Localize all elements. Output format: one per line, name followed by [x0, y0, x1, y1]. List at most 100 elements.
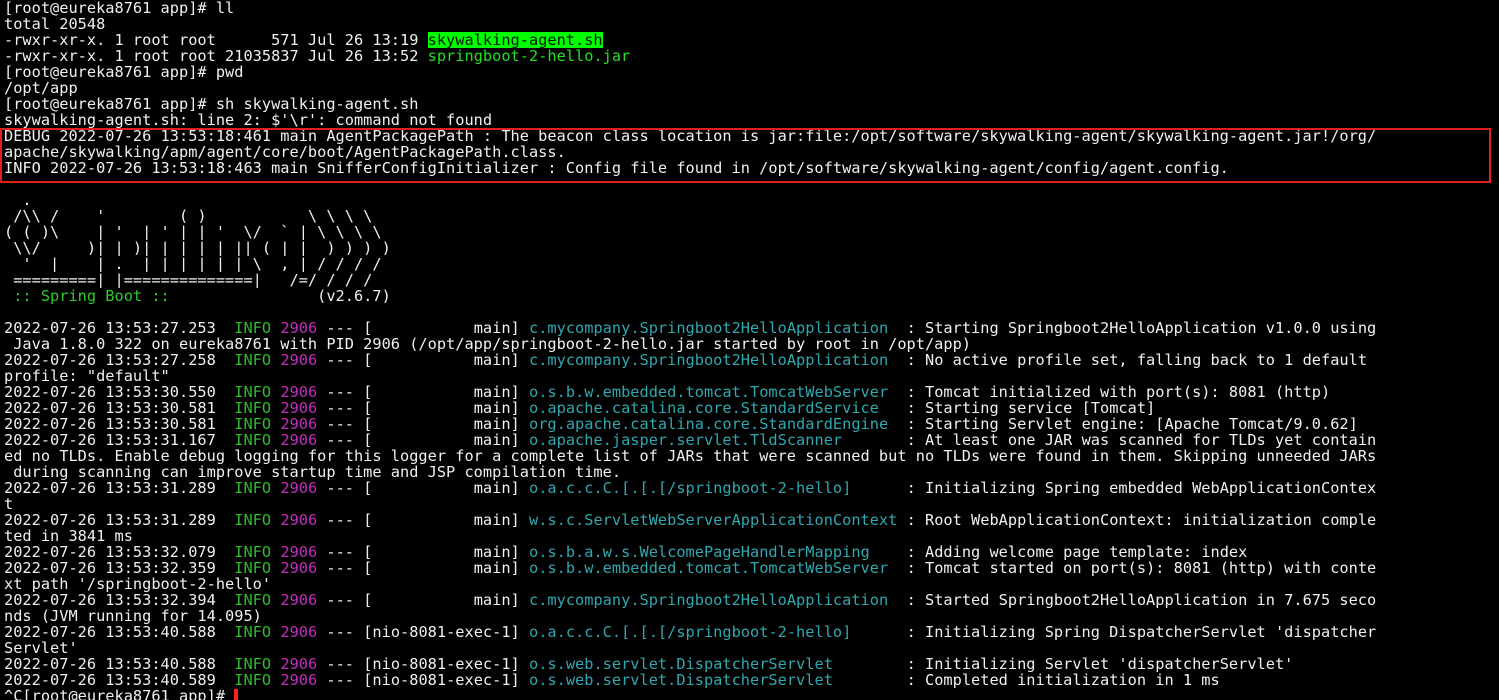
- terminal-text: : Tomcat started on port(s): 8081 (http)…: [897, 560, 1377, 576]
- log-level: INFO: [234, 352, 272, 368]
- log-level: INFO: [234, 320, 272, 336]
- terminal-line: =========|_|==============|___/=/_/_/_/: [4, 272, 1496, 288]
- terminal-line: 2022-07-26 13:53:32.394 INFO 2906 --- [ …: [4, 592, 1496, 608]
- terminal-line: -rwxr-xr-x. 1 root root 21035837 Jul 26 …: [4, 48, 1496, 64]
- terminal-line: during scanning can improve startup time…: [4, 464, 1496, 480]
- terminal-line: total 20548: [4, 16, 1496, 32]
- terminal-text: --- [ main]: [317, 320, 529, 336]
- terminal-text: skywalking-agent.sh: line 2: $'\r': comm…: [4, 112, 493, 128]
- terminal-text: --- [ main]: [317, 480, 529, 496]
- process-id: 2906: [280, 592, 318, 608]
- terminal-text: --- [ main]: [317, 384, 529, 400]
- terminal-line: 2022-07-26 13:53:30.581 INFO 2906 --- [ …: [4, 416, 1496, 432]
- terminal-text: : No active profile set, falling back to…: [897, 352, 1368, 368]
- terminal-text: 2022-07-26 13:53:32.359: [4, 560, 235, 576]
- terminal-line: \\/ ___)| |_)| | | | | || (_| | ) ) ) ): [4, 240, 1496, 256]
- terminal-line: 2022-07-26 13:53:30.581 INFO 2906 --- [ …: [4, 400, 1496, 416]
- terminal-text: --- [ main]: [317, 560, 529, 576]
- logger-name: o.apache.catalina.core.StandardService: [528, 400, 898, 416]
- terminal-line: ' |____| .__|_| |_|_| |_\__, | / / / /: [4, 256, 1496, 272]
- terminal-text: ed no TLDs. Enable debug logging for thi…: [4, 448, 1377, 464]
- terminal-text: profile: "default": [4, 368, 170, 384]
- terminal-text: ' |____| .__|_| |_|_| |_\__, | / / / /: [4, 256, 382, 272]
- terminal-line: Java 1.8.0_322 on eureka8761 with PID 29…: [4, 336, 1496, 352]
- process-id: 2906: [280, 672, 318, 688]
- terminal-text: --- [ main]: [317, 352, 529, 368]
- terminal-line: 2022-07-26 13:53:40.588 INFO 2906 --- [n…: [4, 656, 1496, 672]
- text-cursor: [234, 689, 239, 700]
- log-level: INFO: [234, 624, 272, 640]
- terminal-text: [root@eureka8761 app]# ll: [4, 0, 235, 16]
- terminal-line: skywalking-agent.sh: line 2: $'\r': comm…: [4, 112, 1496, 128]
- terminal-text: ted in 3841 ms: [4, 528, 133, 544]
- terminal-text: (v2.6.7): [169, 288, 391, 304]
- terminal-text: --- [ main]: [317, 416, 529, 432]
- terminal-text: --- [ main]: [317, 512, 529, 528]
- terminal-text: ^C[root@eureka8761 app]#: [4, 688, 235, 700]
- terminal-line: nds (JVM running for 14.095): [4, 608, 1496, 624]
- log-level: INFO: [234, 512, 272, 528]
- terminal-text: 2022-07-26 13:53:32.394: [4, 592, 235, 608]
- terminal-text: DEBUG 2022-07-26 13:53:18:461 main Agent…: [4, 128, 1377, 144]
- terminal-line: t: [4, 496, 1496, 512]
- terminal-text: --- [ main]: [317, 400, 529, 416]
- terminal-text: : Starting service [Tomcat]: [897, 400, 1156, 416]
- log-level: INFO: [234, 432, 272, 448]
- terminal-text: : At least one JAR was scanned for TLDs …: [897, 432, 1377, 448]
- terminal-line: [root@eureka8761 app]# sh skywalking-age…: [4, 96, 1496, 112]
- terminal-text: Servlet': [4, 640, 78, 656]
- terminal-line: [root@eureka8761 app]# ll: [4, 0, 1496, 16]
- logger-name: o.s.b.a.w.s.WelcomePageHandlerMapping: [528, 544, 898, 560]
- terminal-text: . ____ _ __ _ _: [4, 192, 364, 208]
- log-level: INFO: [234, 416, 272, 432]
- terminal-line: 2022-07-26 13:53:31.289 INFO 2906 --- [ …: [4, 512, 1496, 528]
- process-id: 2906: [280, 384, 318, 400]
- logger-name: o.s.b.w.embedded.tomcat.TomcatWebServer: [528, 384, 898, 400]
- log-level: INFO: [234, 592, 272, 608]
- spring-boot-label: :: Spring Boot ::: [4, 288, 170, 304]
- terminal-line: 2022-07-26 13:53:30.550 INFO 2906 --- [ …: [4, 384, 1496, 400]
- log-level: INFO: [234, 544, 272, 560]
- process-id: 2906: [280, 560, 318, 576]
- terminal-line: 2022-07-26 13:53:32.359 INFO 2906 --- [ …: [4, 560, 1496, 576]
- terminal-text: INFO 2022-07-26 13:53:18:463 main Sniffe…: [4, 160, 1229, 176]
- terminal-line: -rwxr-xr-x. 1 root root 571 Jul 26 13:19…: [4, 32, 1496, 48]
- terminal-line: /\\ / ___'_ __ _ _(_)_ __ __ _ \ \ \ \: [4, 208, 1496, 224]
- terminal-line: DEBUG 2022-07-26 13:53:18:461 main Agent…: [4, 128, 1496, 144]
- terminal-line: ed no TLDs. Enable debug logging for thi…: [4, 448, 1496, 464]
- terminal-output[interactable]: [root@eureka8761 app]# ll total 20548 -rwx…: [4, 0, 1496, 700]
- log-level: INFO: [234, 400, 272, 416]
- terminal-text: --- [nio-8081-exec-1]: [317, 624, 529, 640]
- terminal-line: /opt/app: [4, 80, 1496, 96]
- logger-name: org.apache.catalina.core.StandardEngine: [528, 416, 898, 432]
- terminal-line: 2022-07-26 13:53:27.253 INFO 2906 --- [ …: [4, 320, 1496, 336]
- terminal-line: 2022-07-26 13:53:40.589 INFO 2906 --- [n…: [4, 672, 1496, 688]
- terminal-text: xt path '/springboot-2-hello': [4, 576, 272, 592]
- terminal-text: : Initializing Spring embedded WebApplic…: [888, 480, 1377, 496]
- process-id: 2906: [280, 480, 318, 496]
- terminal-text: --- [ main]: [317, 432, 529, 448]
- terminal-text: [root@eureka8761 app]# sh skywalking-age…: [4, 96, 419, 112]
- terminal-line: apache/skywalking/apm/agent/core/boot/Ag…: [4, 144, 1496, 160]
- terminal-text: : Initializing Spring DispatcherServlet …: [888, 624, 1377, 640]
- executable-file-name: skywalking-agent.sh: [427, 32, 603, 48]
- terminal-line: ^C[root@eureka8761 app]#: [4, 688, 1496, 700]
- terminal-line: 2022-07-26 13:53:27.258 INFO 2906 --- [ …: [4, 352, 1496, 368]
- process-id: 2906: [280, 400, 318, 416]
- terminal-text: -rwxr-xr-x. 1 root root 21035837 Jul 26 …: [4, 48, 428, 64]
- terminal-text: --- [nio-8081-exec-1]: [317, 656, 529, 672]
- terminal-text: : Starting Springboot2HelloApplication v…: [897, 320, 1377, 336]
